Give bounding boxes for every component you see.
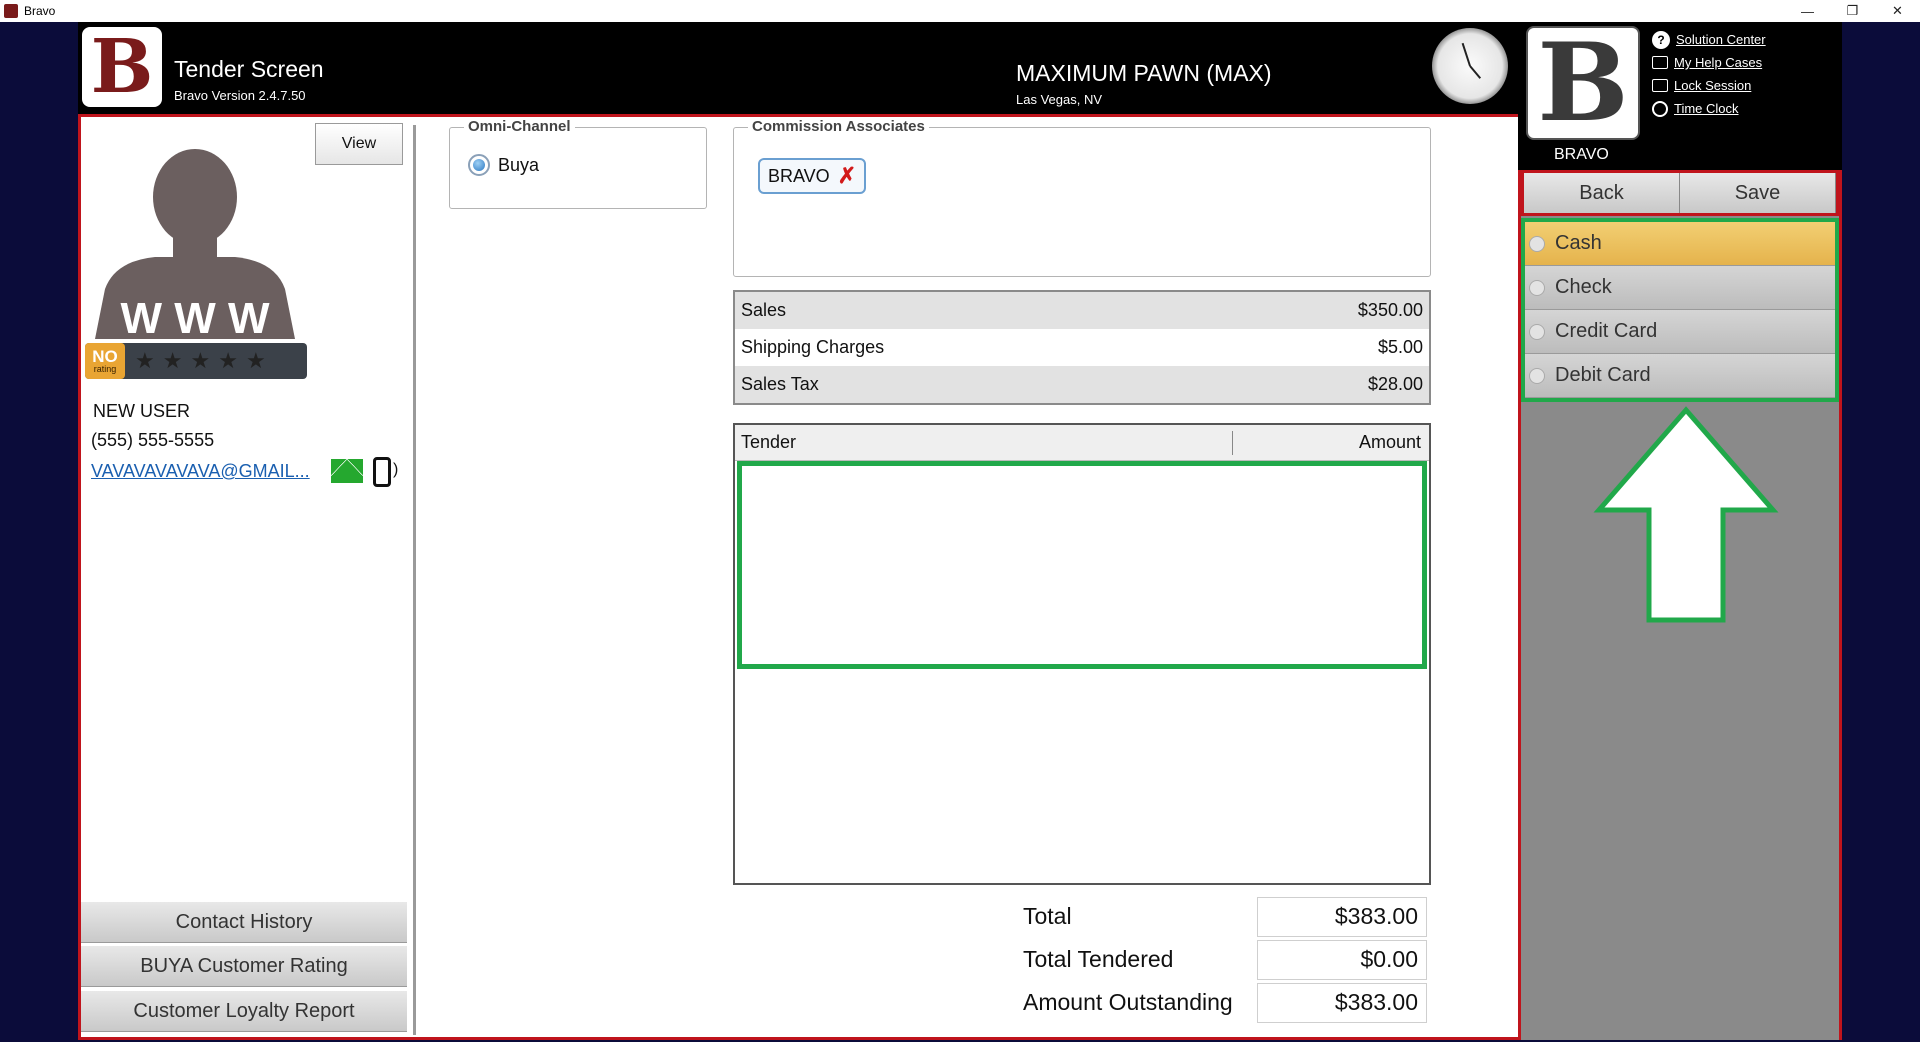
star-icon: ★	[218, 348, 238, 373]
payment-panel: Back Save Cash Check Credit Card Debit C…	[1518, 170, 1842, 1040]
summary-row: Sales $350.00	[735, 292, 1429, 329]
store-name: MAXIMUM PAWN (MAX)	[1016, 60, 1272, 86]
customer-rating: NO rating ★ ★ ★ ★ ★	[85, 343, 307, 379]
total-tendered-row: Total Tendered $0.00	[1023, 938, 1427, 981]
amount-outstanding-value: $383.00	[1257, 982, 1427, 1023]
screen-title: Tender Screen	[174, 56, 324, 82]
folder-icon	[1652, 56, 1668, 69]
close-button[interactable]: ✕	[1875, 0, 1920, 22]
remove-associate-icon[interactable]: ✗	[838, 163, 856, 189]
question-icon: ?	[1652, 30, 1670, 49]
time-clock-link[interactable]: Time Clock	[1652, 97, 1766, 120]
star-icon: ★	[245, 348, 266, 373]
amount-column-header: Amount	[1358, 432, 1421, 452]
star-icon: ★	[190, 348, 211, 373]
window-controls: — ❐ ✕	[1785, 0, 1920, 22]
bravo-logo: B	[82, 27, 162, 107]
buya-customer-rating-button[interactable]: BUYA Customer Rating	[81, 945, 407, 987]
radio-dot-icon	[1529, 235, 1545, 252]
radio-dot-icon	[1529, 323, 1545, 340]
radio-selected-icon[interactable]	[468, 154, 490, 176]
email-icon[interactable]	[331, 459, 363, 483]
customer-avatar: W W W	[95, 149, 295, 339]
tender-table-header: Tender Amount	[735, 425, 1429, 461]
omni-channel-legend: Omni-Channel	[464, 118, 575, 135]
version-label: Bravo Version 2.4.7.50	[174, 88, 306, 103]
help-links: ? Solution Center My Help Cases Lock Sess…	[1652, 28, 1766, 120]
svg-text:W W W: W W W	[120, 294, 270, 339]
summary-row: Sales Tax $28.00	[735, 366, 1429, 403]
contact-history-button[interactable]: Contact History	[81, 901, 407, 943]
action-bar: Back Save	[1521, 170, 1839, 216]
my-help-cases-link[interactable]: My Help Cases	[1652, 51, 1766, 74]
customer-loyalty-report-button[interactable]: Customer Loyalty Report	[81, 990, 407, 1032]
minimize-button[interactable]: —	[1785, 0, 1830, 22]
lock-icon	[1652, 79, 1668, 92]
store-location: Las Vegas, NV	[1016, 92, 1102, 107]
tender-drop-area[interactable]	[737, 461, 1427, 669]
omni-channel-group: Omni-Channel Buya	[449, 118, 707, 209]
solution-center-link[interactable]: ? Solution Center	[1652, 28, 1766, 51]
rating-stars: ★ ★ ★ ★ ★	[135, 348, 274, 374]
clock-icon	[1432, 28, 1508, 104]
totals-panel: Total $383.00 Total Tendered $0.00 Amount …	[1023, 895, 1427, 1024]
panel-divider	[413, 125, 416, 1035]
save-button[interactable]: Save	[1680, 173, 1836, 213]
up-arrow-icon	[1593, 406, 1779, 623]
signal-icon: )	[393, 461, 399, 478]
summary-row: Shipping Charges $5.00	[741, 337, 1423, 357]
amount-outstanding-row: Amount Outstanding $383.00	[1023, 981, 1427, 1024]
customer-email-link[interactable]: VAVAVAVAVAVA@GMAIL...	[91, 461, 310, 482]
no-rating-badge: NO rating	[85, 343, 125, 379]
view-button[interactable]: View	[315, 123, 403, 165]
tender-column-header: Tender	[735, 430, 1233, 455]
star-icon: ★	[135, 348, 155, 373]
buya-radio-option[interactable]: Buya	[468, 154, 539, 176]
os-title-bar: Bravo — ❐ ✕	[0, 0, 1920, 22]
radio-dot-icon	[1529, 279, 1545, 296]
payment-method-debit-card[interactable]: Debit Card	[1525, 354, 1835, 398]
payment-method-check[interactable]: Check	[1525, 266, 1835, 310]
payment-method-cash[interactable]: Cash	[1525, 222, 1835, 266]
payment-method-list: Cash Check Credit Card Debit Card	[1521, 218, 1839, 402]
lock-session-link[interactable]: Lock Session	[1652, 74, 1766, 97]
commission-associates-legend: Commission Associates	[748, 118, 929, 135]
customer-phone: (555) 555-5555	[91, 430, 215, 450]
total-row: Total $383.00	[1023, 895, 1427, 938]
sales-summary: Sales $350.00 Shipping Charges $5.00 Sales…	[733, 290, 1431, 405]
customer-panel: View W W W NO rating ★ ★ ★ ★ ★ NEW USER …	[81, 117, 413, 1037]
app-icon	[4, 4, 18, 18]
mobile-phone-icon[interactable]	[373, 457, 391, 487]
payment-method-credit-card[interactable]: Credit Card	[1525, 310, 1835, 354]
commission-associates-group: Commission Associates BRAVO ✗	[733, 118, 1431, 277]
associate-name: BRAVO	[768, 165, 830, 186]
buya-label: Buya	[498, 154, 540, 175]
radio-dot-icon	[1529, 367, 1545, 384]
clock-small-icon	[1652, 100, 1668, 117]
total-tendered-value: $0.00	[1257, 939, 1427, 980]
customer-name: NEW USER	[93, 401, 191, 421]
total-value: $383.00	[1257, 896, 1427, 937]
user-name: BRAVO	[1554, 146, 1609, 163]
back-button[interactable]: Back	[1524, 173, 1680, 213]
user-avatar-logo: B	[1526, 26, 1640, 140]
associate-chip[interactable]: BRAVO ✗	[758, 158, 867, 194]
tender-table: Tender Amount	[733, 423, 1431, 885]
star-icon: ★	[162, 348, 183, 373]
restore-button[interactable]: ❐	[1830, 0, 1875, 22]
main-content: View W W W NO rating ★ ★ ★ ★ ★ NEW USER …	[78, 114, 1518, 1040]
user-panel: B BRAVO ? Solution Center My Help Cases L…	[1518, 22, 1842, 170]
app-title: Bravo	[24, 4, 56, 18]
